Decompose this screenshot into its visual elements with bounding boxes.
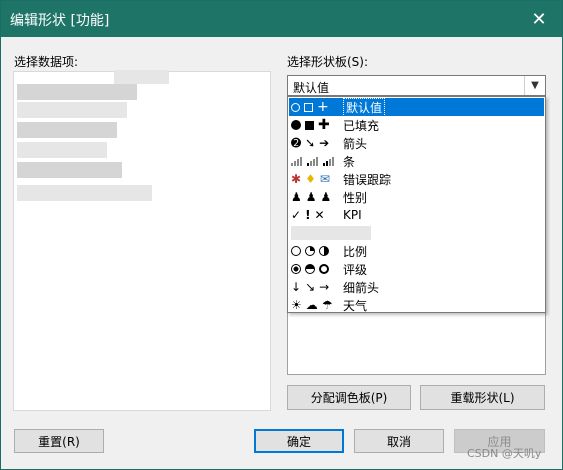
- palette-option-weather[interactable]: ☀ ☁ ☂ 天气: [289, 296, 544, 314]
- blurred-item[interactable]: [17, 102, 127, 118]
- palette-option-label: KPI: [343, 208, 362, 222]
- palette-option-bars[interactable]: 条: [289, 152, 544, 170]
- blurred-item[interactable]: [17, 185, 152, 201]
- x-icon: ✕: [314, 208, 325, 222]
- reload-shapes-button[interactable]: 重载形状(L): [420, 385, 545, 410]
- bars-low-icon: [291, 156, 303, 166]
- circle-dot-icon: [291, 264, 301, 274]
- blurred-item[interactable]: [17, 84, 137, 100]
- palette-option-ratio[interactable]: 比例: [289, 242, 544, 260]
- check-icon: ✓: [291, 208, 302, 222]
- mail-icon: ✉: [319, 172, 330, 186]
- bars-mid-icon: [307, 156, 319, 166]
- exclamation-icon: !: [305, 208, 311, 222]
- edit-shape-dialog: 编辑形状 [功能] ✕ 选择数据项: 选择形状板(S): 默认值 ▼ + 默认值…: [0, 0, 563, 470]
- ok-button[interactable]: 确定: [254, 429, 344, 453]
- palette-option-rating[interactable]: 评级: [289, 260, 544, 278]
- assign-palette-button[interactable]: 分配调色板(P): [287, 385, 411, 410]
- palette-option-thin-arrows[interactable]: ↓ ↘ → 细箭头: [289, 278, 544, 296]
- palette-option-label: 错误跟踪: [343, 172, 392, 187]
- palette-option-label: 性别: [343, 190, 368, 205]
- circle-tophalf-icon: [305, 264, 315, 274]
- palette-option-filled[interactable]: ✚ 已填充: [289, 116, 544, 134]
- palette-option-label: 评级: [343, 262, 368, 277]
- select-data-item-label: 选择数据项:: [14, 55, 79, 69]
- blurred-item: [291, 226, 371, 240]
- rain-icon: ☂: [321, 298, 333, 312]
- blurred-item[interactable]: [17, 142, 107, 158]
- palette-option-label: 默认值: [343, 97, 386, 117]
- palette-option-arrows[interactable]: ➋ ➘ ➔ 箭头: [289, 134, 544, 152]
- cloud-icon: ☁: [305, 298, 318, 312]
- palette-option-label: 箭头: [343, 136, 368, 151]
- bars-high-icon: [323, 156, 335, 166]
- shape-palette-value: 默认值: [293, 81, 330, 95]
- sun-icon: ☀: [291, 298, 302, 312]
- close-icon[interactable]: ✕: [516, 1, 562, 37]
- thin-arrow-diag-icon: ↘: [305, 280, 316, 294]
- blurred-item: [114, 70, 169, 84]
- circle-quarter-icon: [305, 246, 315, 256]
- circle-empty-icon: [291, 246, 301, 256]
- filled-circle-icon: [291, 120, 301, 130]
- bulb-icon: ♦: [305, 172, 316, 186]
- palette-option-label: 天气: [343, 298, 368, 313]
- arrow-diag-circle-icon: ➘: [305, 136, 316, 150]
- arrow-down-circle-icon: ➋: [291, 136, 302, 150]
- dialog-title: 编辑形状 [功能]: [10, 13, 110, 29]
- person-icon: ♟: [305, 190, 317, 204]
- palette-option-label: 细箭头: [343, 280, 380, 295]
- blurred-item[interactable]: [17, 122, 117, 138]
- title-bar[interactable]: 编辑形状 [功能] ✕: [1, 1, 562, 37]
- chevron-down-icon[interactable]: ▼: [524, 76, 545, 95]
- cancel-button[interactable]: 取消: [354, 429, 444, 453]
- palette-option-label: 已填充: [343, 118, 380, 133]
- palette-option-blurred[interactable]: [289, 224, 544, 242]
- palette-option-kpi[interactable]: ✓! ✕ KPI: [289, 206, 544, 224]
- reset-button[interactable]: 重置(R): [14, 429, 104, 453]
- select-shape-palette-label: 选择形状板(S):: [287, 55, 369, 69]
- palette-option-label: 条: [343, 154, 356, 169]
- thin-arrow-down-icon: ↓: [291, 280, 302, 294]
- bug-icon: ✱: [291, 172, 302, 186]
- watermark-text: CSDN @天叽y: [467, 447, 542, 460]
- palette-option-error-tracking[interactable]: ✱ ♦ ✉ 错误跟踪: [289, 170, 544, 188]
- arrow-right-circle-icon: ➔: [319, 136, 330, 150]
- person-icon: ♟: [291, 190, 302, 204]
- circle-outline-icon: [291, 102, 300, 112]
- shape-palette-select[interactable]: 默认值 ▼: [287, 75, 546, 96]
- circle-ring-icon: [319, 264, 329, 274]
- filled-square-icon: [305, 120, 314, 130]
- palette-option-gender[interactable]: ♟ ♟ ♟ 性别: [289, 188, 544, 206]
- palette-option-default[interactable]: + 默认值: [289, 97, 544, 117]
- person-icon: ♟: [320, 190, 332, 204]
- data-item-list[interactable]: [13, 70, 271, 411]
- thin-arrow-right-icon: →: [319, 280, 330, 294]
- circle-half-icon: [319, 246, 329, 256]
- plus-icon: +: [317, 99, 329, 115]
- shape-palette-dropdown: + 默认值 ✚ 已填充 ➋ ➘ ➔ 箭头 条 ✱ ♦ ✉ 错误跟踪 ♟ ♟ ♟ 性别: [287, 96, 546, 313]
- blurred-item[interactable]: [17, 162, 122, 178]
- palette-option-label: 比例: [343, 244, 368, 259]
- filled-plus-icon: ✚: [318, 117, 330, 133]
- square-outline-icon: [304, 102, 313, 112]
